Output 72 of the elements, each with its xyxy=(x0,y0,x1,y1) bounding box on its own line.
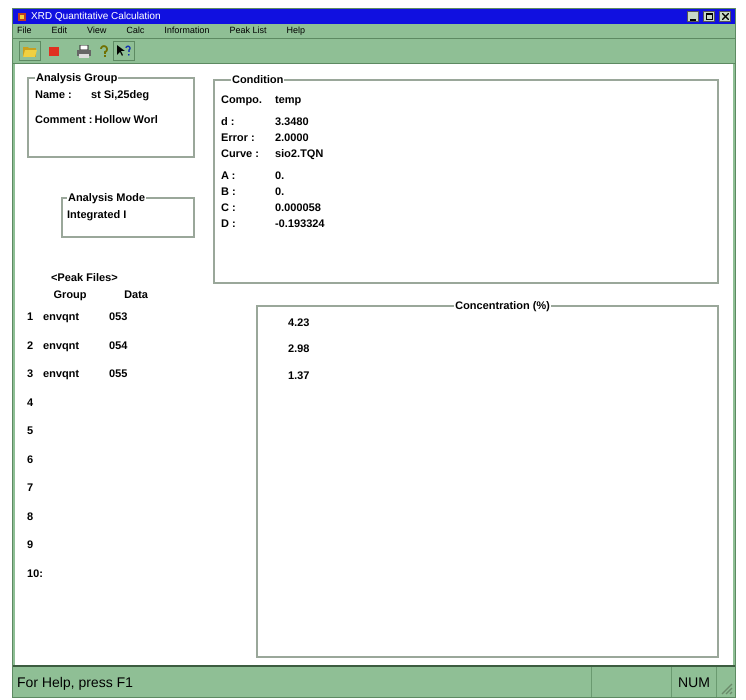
context-help-button[interactable] xyxy=(113,41,135,61)
folder-icon xyxy=(23,45,37,57)
menu-item[interactable]: File xyxy=(17,24,32,38)
field-label: A : xyxy=(221,169,236,184)
concentration-value: 4.23 xyxy=(288,316,310,330)
mode-value: Integrated I xyxy=(67,208,126,220)
menu-item[interactable]: View xyxy=(87,24,106,38)
concentration-value: 2.98 xyxy=(288,342,310,357)
field-value: -0.193324 xyxy=(275,217,325,232)
field-value: st Si,25deg xyxy=(91,88,150,102)
question-mark-icon xyxy=(100,44,108,58)
table-cell-text: envqnt xyxy=(43,310,80,325)
field-label: C : xyxy=(221,201,237,216)
row-number: 6 xyxy=(27,452,34,468)
close-button[interactable] xyxy=(719,11,731,22)
num-lock-indicator: NUM xyxy=(671,667,717,697)
field-label: Comment : xyxy=(35,113,92,128)
field-label: D : xyxy=(221,217,237,232)
row-number: 5 xyxy=(27,424,34,439)
table-cell-text: envqnt xyxy=(43,367,80,382)
row-number: 9 xyxy=(27,538,34,553)
field-label: Name : xyxy=(35,88,73,102)
row-number: 3 xyxy=(27,367,34,382)
table-cell-text: envqnt xyxy=(43,338,80,354)
field-label: d : xyxy=(221,115,236,130)
square-icon xyxy=(49,46,59,56)
row-number: 7 xyxy=(27,481,34,496)
column-header: Data xyxy=(123,288,149,302)
row-number: 2 xyxy=(27,338,34,354)
row-number: 8 xyxy=(27,510,34,524)
printer-icon xyxy=(76,44,92,58)
open-folder-button[interactable] xyxy=(19,41,41,61)
menu-item[interactable]: Information xyxy=(164,24,210,38)
menu-item[interactable]: Peak List xyxy=(229,24,266,38)
status-message: For Help, press F1 xyxy=(16,672,134,692)
menu-item[interactable]: Edit xyxy=(52,24,68,38)
row-number: 4 xyxy=(27,396,34,410)
menu-item[interactable]: Calc xyxy=(126,24,144,38)
maximize-button[interactable] xyxy=(703,11,715,22)
concentration-value: 1.37 xyxy=(288,368,310,384)
row-number: 10: xyxy=(27,566,43,582)
field-label: Error : xyxy=(221,131,256,146)
minimize-button[interactable] xyxy=(687,11,699,22)
table-cell-text: 053 xyxy=(109,310,128,325)
field-value: 2.0000 xyxy=(275,131,309,146)
peak-files-title: <Peak Files> xyxy=(51,271,119,286)
window-title: XRD Quantitative Calculation xyxy=(31,10,162,24)
maximize-icon xyxy=(706,13,712,20)
resize-grip-icon xyxy=(719,681,733,695)
close-icon xyxy=(722,13,728,20)
table-cell-text: 055 xyxy=(109,367,128,382)
arrow-question-icon xyxy=(116,44,132,58)
field-value: 3.3480 xyxy=(275,115,309,130)
field-label: Compo. xyxy=(221,93,263,108)
group-title: Analysis Mode xyxy=(67,191,146,206)
minimize-icon xyxy=(690,18,696,21)
field-label: B : xyxy=(221,185,237,200)
field-value: 0.000058 xyxy=(275,201,321,216)
group-title: Concentration (%) xyxy=(454,299,551,314)
field-value: 0. xyxy=(275,169,284,184)
menu-item[interactable]: Help xyxy=(286,24,305,38)
field-label: Curve : xyxy=(221,147,260,162)
app-icon xyxy=(17,12,27,22)
field-value: temp xyxy=(275,93,302,108)
field-value: 0. xyxy=(275,185,284,200)
field-value: Hollow Worl xyxy=(94,113,158,128)
table-cell-text: 054 xyxy=(109,338,128,354)
group-title: Analysis Group xyxy=(35,71,118,86)
group-title: Condition xyxy=(231,73,284,88)
field-value: sio2.TQN xyxy=(275,147,324,162)
row-number: 1 xyxy=(27,310,34,325)
column-header: Group xyxy=(52,288,88,302)
